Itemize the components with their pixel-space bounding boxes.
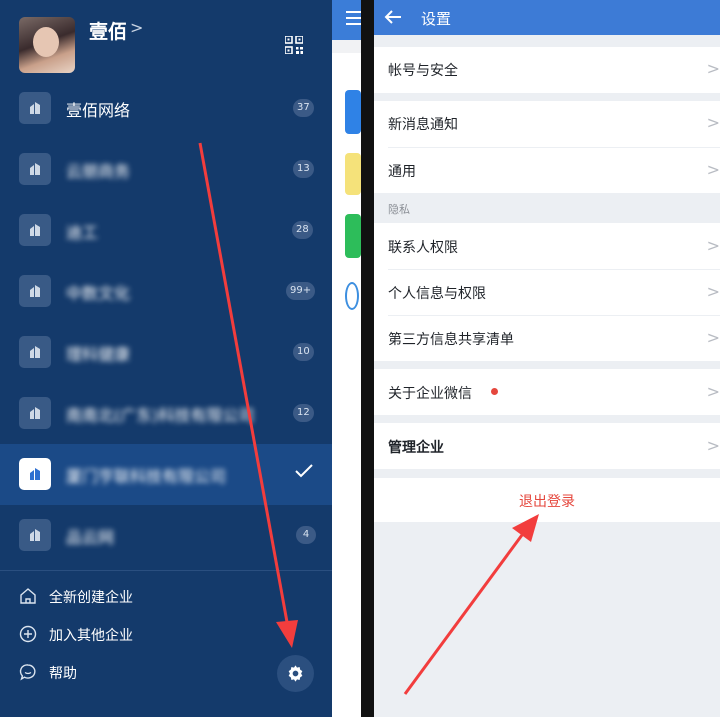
settings-group: 联系人权限 > 个人信息与权限 > 第三方信息共享清单 >: [374, 223, 720, 361]
org-name: 云朋商务: [66, 162, 131, 181]
enterprise-sidebar: 壹佰 > 壹佰网络 37 云朋商务 13 迪工 28 中数文化 99+ 理科健康…: [0, 0, 332, 717]
gear-icon: [288, 665, 303, 682]
chevron-right-icon: >: [706, 59, 720, 78]
chevron-right-icon: >: [706, 328, 720, 347]
org-name: 理科健康: [66, 345, 131, 364]
settings-header: 设置: [374, 0, 720, 35]
chat-bubble-icon[interactable]: [345, 282, 359, 310]
profile-header[interactable]: 壹佰 >: [0, 0, 332, 90]
plus-circle-icon: [19, 625, 37, 647]
settings-button[interactable]: [277, 655, 314, 692]
org-name: 厦门亨联科技有限公司: [66, 467, 227, 486]
org-item[interactable]: 云朋商务 13: [0, 139, 332, 200]
chevron-right-icon: >: [706, 236, 720, 255]
profile-name: 壹佰: [89, 21, 128, 43]
unread-badge: 12: [293, 404, 314, 422]
building-icon: [19, 153, 51, 185]
chevron-right-icon: >: [706, 113, 720, 132]
help-label: 帮助: [49, 666, 77, 682]
logout-label: 退出登录: [519, 494, 575, 510]
home-icon: [19, 587, 37, 609]
building-icon: [19, 397, 51, 429]
settings-row-general[interactable]: 通用 >: [374, 148, 720, 193]
org-item[interactable]: 理科健康 10: [0, 322, 332, 383]
back-arrow-icon[interactable]: [384, 9, 402, 29]
unread-badge: 13: [293, 160, 314, 178]
row-label: 个人信息与权限: [388, 286, 486, 302]
unread-badge: 37: [293, 99, 314, 117]
chevron-right-icon: >: [706, 282, 720, 301]
row-label: 关于企业微信: [388, 386, 472, 402]
section-label-privacy: 隐私: [388, 203, 410, 216]
org-name: 迪工: [66, 223, 99, 242]
qr-code-icon[interactable]: [284, 35, 304, 55]
settings-group: 新消息通知 > 通用 >: [374, 101, 720, 193]
building-icon: [19, 519, 51, 551]
unread-badge: 28: [292, 221, 313, 239]
divider: [0, 570, 332, 571]
panel-gap: [361, 0, 374, 717]
building-icon: [19, 336, 51, 368]
hamburger-menu-icon[interactable]: [346, 11, 361, 25]
chevron-right-icon: >: [130, 18, 144, 37]
org-name: 南南北(广东)科技有限公司: [66, 406, 255, 425]
unread-badge: 10: [293, 343, 314, 361]
building-icon: [19, 458, 51, 490]
row-label: 管理企业: [388, 440, 444, 456]
unread-badge: 99+: [286, 282, 316, 300]
org-item[interactable]: 迪工 28: [0, 200, 332, 261]
org-item[interactable]: 中数文化 99+: [0, 261, 332, 322]
divider: [332, 40, 361, 53]
settings-row-contact-permissions[interactable]: 联系人权限 >: [374, 223, 720, 269]
top-bar: [332, 0, 361, 40]
settings-row-third-party[interactable]: 第三方信息共享清单 >: [374, 316, 720, 361]
org-item[interactable]: 品云网 4: [0, 505, 332, 566]
settings-row-notifications[interactable]: 新消息通知 >: [374, 101, 720, 147]
settings-row-manage[interactable]: 管理企业 >: [374, 423, 720, 469]
settings-row-personal-info[interactable]: 个人信息与权限 >: [374, 270, 720, 315]
chevron-right-icon: >: [706, 382, 720, 401]
org-name: 壹佰网络: [66, 101, 131, 120]
checkmark-icon: [294, 463, 314, 483]
row-label: 联系人权限: [388, 240, 458, 256]
row-label: 帐号与安全: [388, 63, 458, 79]
org-item-active[interactable]: 厦门亨联科技有限公司: [0, 444, 332, 505]
app-icon[interactable]: [345, 214, 361, 258]
new-indicator-dot: [491, 388, 498, 395]
chevron-right-icon: >: [706, 436, 720, 455]
org-name: 中数文化: [66, 284, 131, 303]
org-name: 品云网: [66, 528, 115, 547]
logout-button[interactable]: 退出登录: [374, 478, 720, 522]
building-icon: [19, 92, 51, 124]
app-icon[interactable]: [345, 153, 361, 195]
building-icon: [19, 275, 51, 307]
row-label: 通用: [388, 164, 416, 180]
settings-page: 设置 帐号与安全 > 新消息通知 > 通用 > 隐私 联系人权限 > 个人信息与…: [374, 0, 720, 717]
join-enterprise-label: 加入其他企业: [49, 628, 133, 644]
org-item[interactable]: 南南北(广东)科技有限公司 12: [0, 383, 332, 444]
chat-bubble-icon: [19, 663, 37, 685]
chevron-right-icon: >: [706, 160, 720, 179]
unread-badge: 4: [296, 526, 316, 544]
row-label: 新消息通知: [388, 117, 458, 133]
create-enterprise-label: 全新创建企业: [49, 590, 133, 606]
app-icon[interactable]: [345, 90, 361, 134]
page-title: 设置: [421, 10, 452, 28]
org-item[interactable]: 壹佰网络 37: [0, 78, 332, 139]
avatar: [19, 17, 75, 73]
chat-list-partial: [332, 0, 361, 717]
settings-row-account-security[interactable]: 帐号与安全 >: [374, 47, 720, 93]
row-label: 第三方信息共享清单: [388, 332, 514, 348]
settings-row-about[interactable]: 关于企业微信 >: [374, 369, 720, 415]
building-icon: [19, 214, 51, 246]
